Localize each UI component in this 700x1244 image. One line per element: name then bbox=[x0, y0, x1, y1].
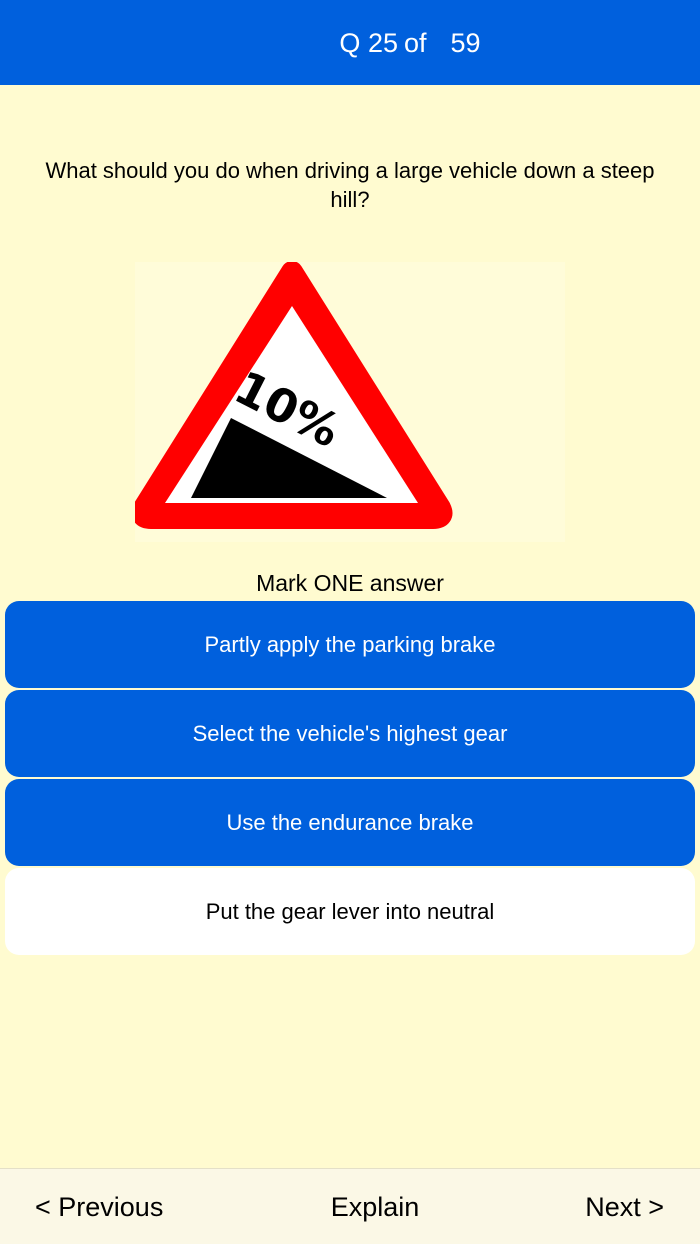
question-counter-of: of bbox=[404, 28, 427, 58]
question-counter-prefix: Q bbox=[339, 28, 361, 58]
answer-option-1[interactable]: Partly apply the parking brake bbox=[5, 601, 695, 688]
question-text: What should you do when driving a large … bbox=[45, 158, 655, 212]
answer-option-label: Partly apply the parking brake bbox=[204, 631, 496, 657]
answer-option-2[interactable]: Select the vehicle's highest gear bbox=[5, 690, 695, 777]
answer-option-3[interactable]: Use the endurance brake bbox=[5, 779, 695, 866]
question-total-number: 59 bbox=[450, 28, 481, 58]
answer-option-label: Select the vehicle's highest gear bbox=[192, 720, 508, 746]
question-counter: Q 25 of 59 bbox=[0, 26, 700, 60]
question-image: 10% bbox=[131, 261, 565, 542]
steep-hill-sign-icon: 10% bbox=[131, 261, 453, 529]
answer-option-4[interactable]: Put the gear lever into neutral bbox=[5, 868, 695, 955]
next-button[interactable]: Next > bbox=[585, 1189, 664, 1225]
answer-instruction: Mark ONE answer bbox=[256, 570, 444, 596]
header-bar: Q 25 of 59 bbox=[0, 0, 700, 85]
answer-option-label: Use the endurance brake bbox=[226, 809, 474, 835]
question-current-number: 25 bbox=[367, 28, 398, 58]
explain-button[interactable]: Explain bbox=[331, 1192, 420, 1222]
bottom-toolbar: < Previous Explain Next > bbox=[0, 1168, 700, 1244]
previous-button[interactable]: < Previous bbox=[35, 1189, 163, 1225]
answer-option-label: Put the gear lever into neutral bbox=[205, 898, 495, 924]
